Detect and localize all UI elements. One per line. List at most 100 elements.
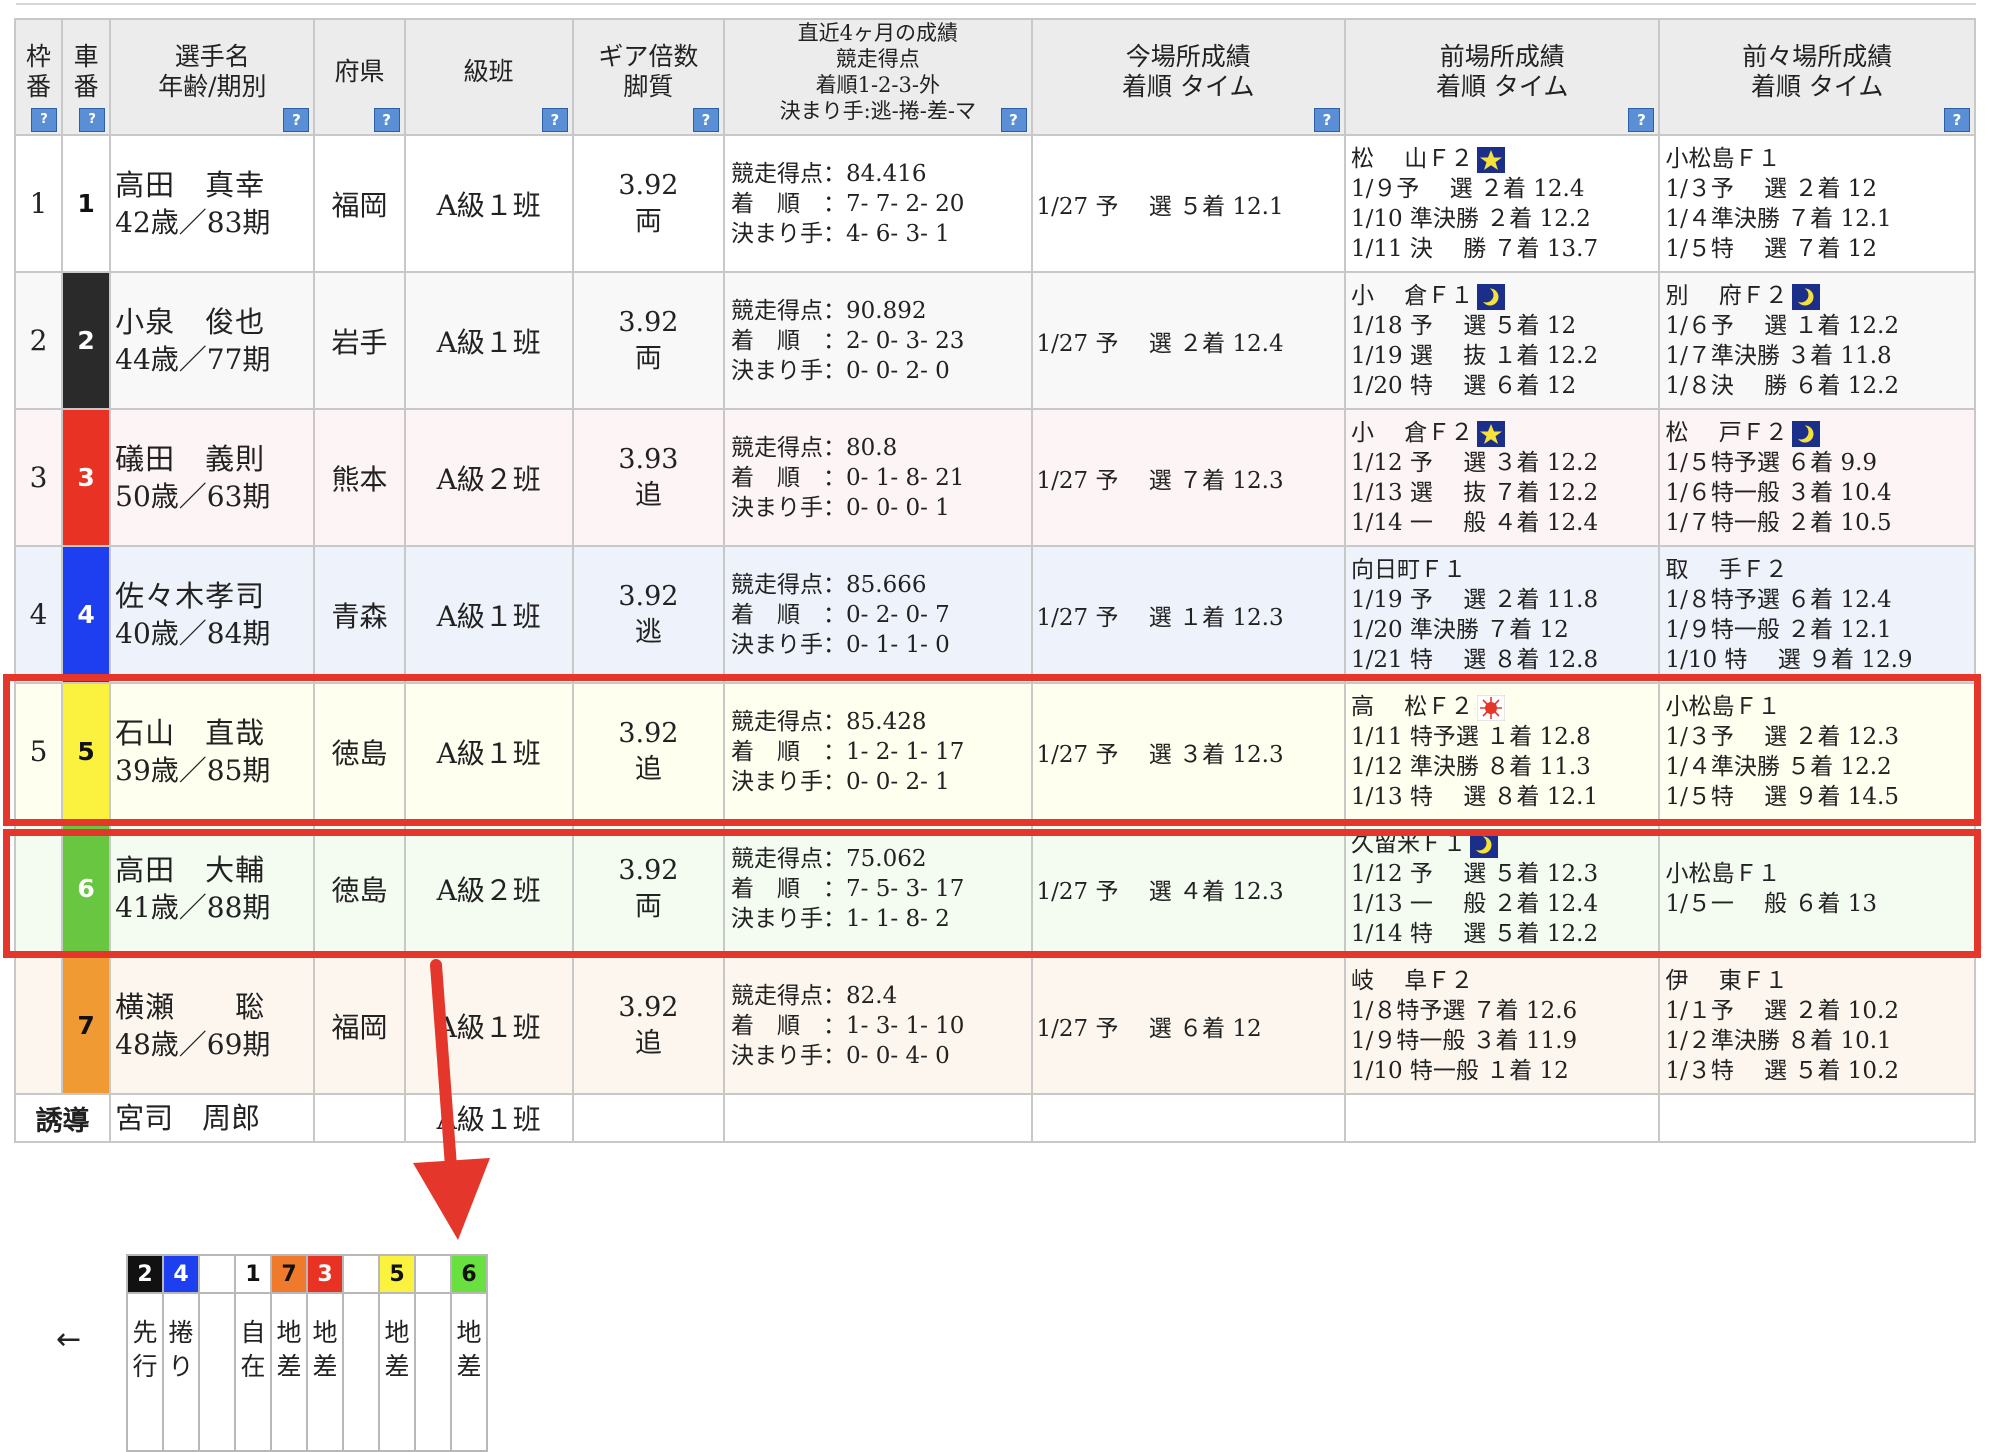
previous-meet-race-line: 1/12 準決勝 ８着 11.3: [1350, 753, 1591, 780]
help-icon[interactable]: ?: [693, 108, 720, 132]
rider-name[interactable]: 礒田 義則: [115, 441, 313, 478]
table-header-row: 枠番? 車番? 選手名 年齢/期別? 府県? 級班? ギア倍数 脚質? 直近4ヶ月の…: [13, 18, 1976, 136]
gear-style-cell: 3.92 追: [571, 682, 726, 821]
second-previous-meet-venue[interactable]: 小松島Ｆ１: [1665, 144, 1973, 174]
car-number-badge: 6: [61, 819, 112, 958]
second-previous-meet-race-line: 1/９特一般 ２着 12.1: [1665, 616, 1892, 643]
winning-move-record: 決まり手：0- 0- 0- 1: [731, 494, 950, 521]
previous-meet-cell: 高 松Ｆ２ 1/11 特予選 １着 12.8 1/12 準決勝 ８着 11.3 1/1…: [1343, 682, 1661, 821]
second-previous-meet-race-line: 1/４準決勝 ７着 12.1: [1665, 205, 1892, 232]
gear-style-cell: 3.92 両: [571, 134, 726, 273]
line-tactic-tag: 地 差: [270, 1292, 308, 1452]
rider-prefecture: 徳島: [313, 682, 406, 821]
second-previous-meet-race-line: 1/３特 選 ５着 10.2: [1665, 1057, 1899, 1084]
previous-meet-venue-label[interactable]: 岐 阜Ｆ２: [1351, 968, 1473, 994]
line-tag-row: 先 行捲 り自 在地 差地 差地 差地 差: [126, 1292, 488, 1452]
help-icon[interactable]: ?: [1628, 108, 1655, 132]
guide-rider-name[interactable]: 宮司 周郎: [109, 1093, 316, 1143]
header-pref-label: 府県: [334, 57, 385, 86]
race-entry-table: 枠番? 車番? 選手名 年齢/期別? 府県? 級班? ギア倍数 脚質? 直近4ヶ月の…: [13, 18, 1976, 1143]
previous-meet-venue-label[interactable]: 小 倉Ｆ１: [1351, 283, 1473, 309]
previous-meet-venue-label[interactable]: 久留米Ｆ１: [1351, 831, 1466, 857]
previous-meet-venue-label[interactable]: 松 山Ｆ２: [1351, 146, 1473, 172]
help-icon[interactable]: ?: [541, 108, 568, 132]
recent-record-cell: 競走得点：80.8 着 順 ：0- 1- 8- 21 決まり手：0- 0- 0- 1: [723, 408, 1033, 547]
second-previous-meet-venue[interactable]: 取 手Ｆ２: [1665, 555, 1973, 585]
rider-name-cell[interactable]: 高田 大輔 41歳／88期: [109, 819, 316, 958]
winning-move-record: 決まり手：0- 1- 1- 0: [731, 631, 950, 658]
second-previous-meet-venue[interactable]: 小松島Ｆ１: [1665, 692, 1973, 722]
rider-name[interactable]: 小泉 俊也: [115, 304, 313, 341]
current-meet-result: 1/27 予 選 ２着 12.4: [1030, 271, 1346, 410]
previous-meet-venue-label[interactable]: 高 松Ｆ２: [1351, 694, 1473, 720]
rider-row: 3 3 礒田 義則 50歳／63期 熊本 A級２班 3.93 追競走得点：80.8 着 順 ：0…: [13, 408, 1976, 547]
rider-name-cell[interactable]: 小泉 俊也 44歳／77期: [109, 271, 316, 410]
guide-pref-cell: [313, 1093, 406, 1143]
winning-move-record: 決まり手：4- 6- 3- 1: [731, 220, 950, 247]
second-previous-meet-venue[interactable]: 伊 東Ｆ１: [1665, 966, 1973, 996]
rider-name[interactable]: 高田 真幸: [115, 167, 313, 204]
previous-meet-venue[interactable]: 高 松Ｆ２: [1351, 692, 1657, 722]
second-previous-meet-venue-label[interactable]: 小松島Ｆ１: [1665, 694, 1780, 720]
help-icon[interactable]: ?: [283, 108, 310, 132]
waku-number: 1: [13, 134, 64, 273]
rider-prefecture: 福岡: [313, 956, 406, 1095]
header-prev-line1: 前場所成績: [1439, 42, 1565, 71]
winning-move-record: 決まり手：0- 0- 4- 0: [731, 1042, 950, 1069]
rider-name[interactable]: 佐々木孝司: [115, 578, 313, 615]
waku-number: [13, 819, 64, 958]
rider-name-cell[interactable]: 高田 真幸 42歳／83期: [109, 134, 316, 273]
previous-meet-race-line: 1/20 特 選 ６着 12: [1350, 372, 1577, 399]
gear-style-cell: 3.92 逃: [571, 545, 726, 684]
second-previous-meet-venue[interactable]: 松 戸Ｆ２: [1665, 418, 1973, 448]
rider-class: A級１班: [403, 545, 574, 684]
previous-meet-venue-label[interactable]: 小 倉Ｆ２: [1351, 420, 1473, 446]
finish-record: 着 順 ：7- 5- 3- 17: [731, 875, 965, 902]
rider-name[interactable]: 石山 直哉: [115, 715, 313, 752]
second-previous-meet-race-line: 1/３予 選 ２着 12: [1665, 175, 1878, 202]
second-previous-meet-venue-label[interactable]: 松 戸Ｆ２: [1665, 420, 1787, 446]
help-icon[interactable]: ?: [1000, 108, 1027, 132]
gear-ratio: 3.92: [618, 854, 679, 886]
line-tactic-tag: 地 差: [378, 1292, 416, 1452]
line-tactic-tag: 捲 り: [162, 1292, 200, 1452]
second-previous-meet-race-line: 1/６予 選 １着 12.2: [1665, 312, 1899, 339]
help-icon[interactable]: ?: [31, 108, 58, 132]
previous-meet-race-line: 1/９特一般 ３着 11.9: [1350, 1027, 1578, 1054]
rider-name-cell[interactable]: 石山 直哉 39歳／85期: [109, 682, 316, 821]
help-icon[interactable]: ?: [1313, 108, 1340, 132]
previous-meet-cell: 向日町Ｆ１ 1/19 予 選 ２着 11.8 1/20 準決勝 ７着 12 1/21 …: [1343, 545, 1661, 684]
previous-meet-cell: 岐 阜Ｆ２ 1/８特予選 ７着 12.6 1/９特一般 ３着 11.9 1/10 特一…: [1343, 956, 1661, 1095]
previous-meet-venue[interactable]: 久留米Ｆ１: [1351, 829, 1657, 859]
rider-name-cell[interactable]: 横瀬 聡 48歳／69期: [109, 956, 316, 1095]
previous-meet-venue-label[interactable]: 向日町Ｆ１: [1351, 557, 1466, 583]
rider-name[interactable]: 高田 大輔: [115, 852, 313, 889]
second-previous-meet-venue-label[interactable]: 小松島Ｆ１: [1665, 146, 1780, 172]
second-previous-meet-race-line: 1/５特 選 ９着 14.5: [1665, 783, 1899, 810]
race-score: 競走得点：85.666: [731, 571, 927, 598]
second-previous-meet-venue-label[interactable]: 小松島Ｆ１: [1665, 861, 1780, 887]
previous-meet-venue[interactable]: 小 倉Ｆ２: [1351, 418, 1657, 448]
rider-name-cell[interactable]: 礒田 義則 50歳／63期: [109, 408, 316, 547]
car-number-badge: 7: [61, 956, 112, 1095]
second-previous-meet-venue[interactable]: 別 府Ｆ２: [1665, 281, 1973, 311]
previous-meet-venue[interactable]: 小 倉Ｆ１: [1351, 281, 1657, 311]
rider-name-cell[interactable]: 佐々木孝司 40歳／84期: [109, 545, 316, 684]
guide-empty-cell: [1030, 1093, 1346, 1143]
previous-meet-race-line: 1/13 一 般 ２着 12.4: [1350, 890, 1599, 917]
previous-meet-race-line: 1/８特予選 ７着 12.6: [1350, 997, 1578, 1024]
guide-empty-cell: [571, 1093, 726, 1143]
line-car-number: [342, 1254, 380, 1294]
rider-name[interactable]: 横瀬 聡: [115, 989, 313, 1026]
second-previous-meet-venue[interactable]: 小松島Ｆ１: [1665, 859, 1973, 889]
help-icon[interactable]: ?: [373, 108, 400, 132]
second-previous-meet-venue-label[interactable]: 取 手Ｆ２: [1665, 557, 1787, 583]
second-previous-meet-venue-label[interactable]: 伊 東Ｆ１: [1665, 968, 1787, 994]
previous-meet-venue[interactable]: 松 山Ｆ２: [1351, 144, 1657, 174]
help-icon[interactable]: ?: [1944, 108, 1970, 132]
previous-meet-venue[interactable]: 岐 阜Ｆ２: [1351, 966, 1657, 996]
previous-meet-venue[interactable]: 向日町Ｆ１: [1351, 555, 1657, 585]
second-previous-meet-venue-label[interactable]: 別 府Ｆ２: [1665, 283, 1787, 309]
help-icon[interactable]: ?: [79, 108, 106, 132]
running-style: 追: [634, 753, 662, 785]
